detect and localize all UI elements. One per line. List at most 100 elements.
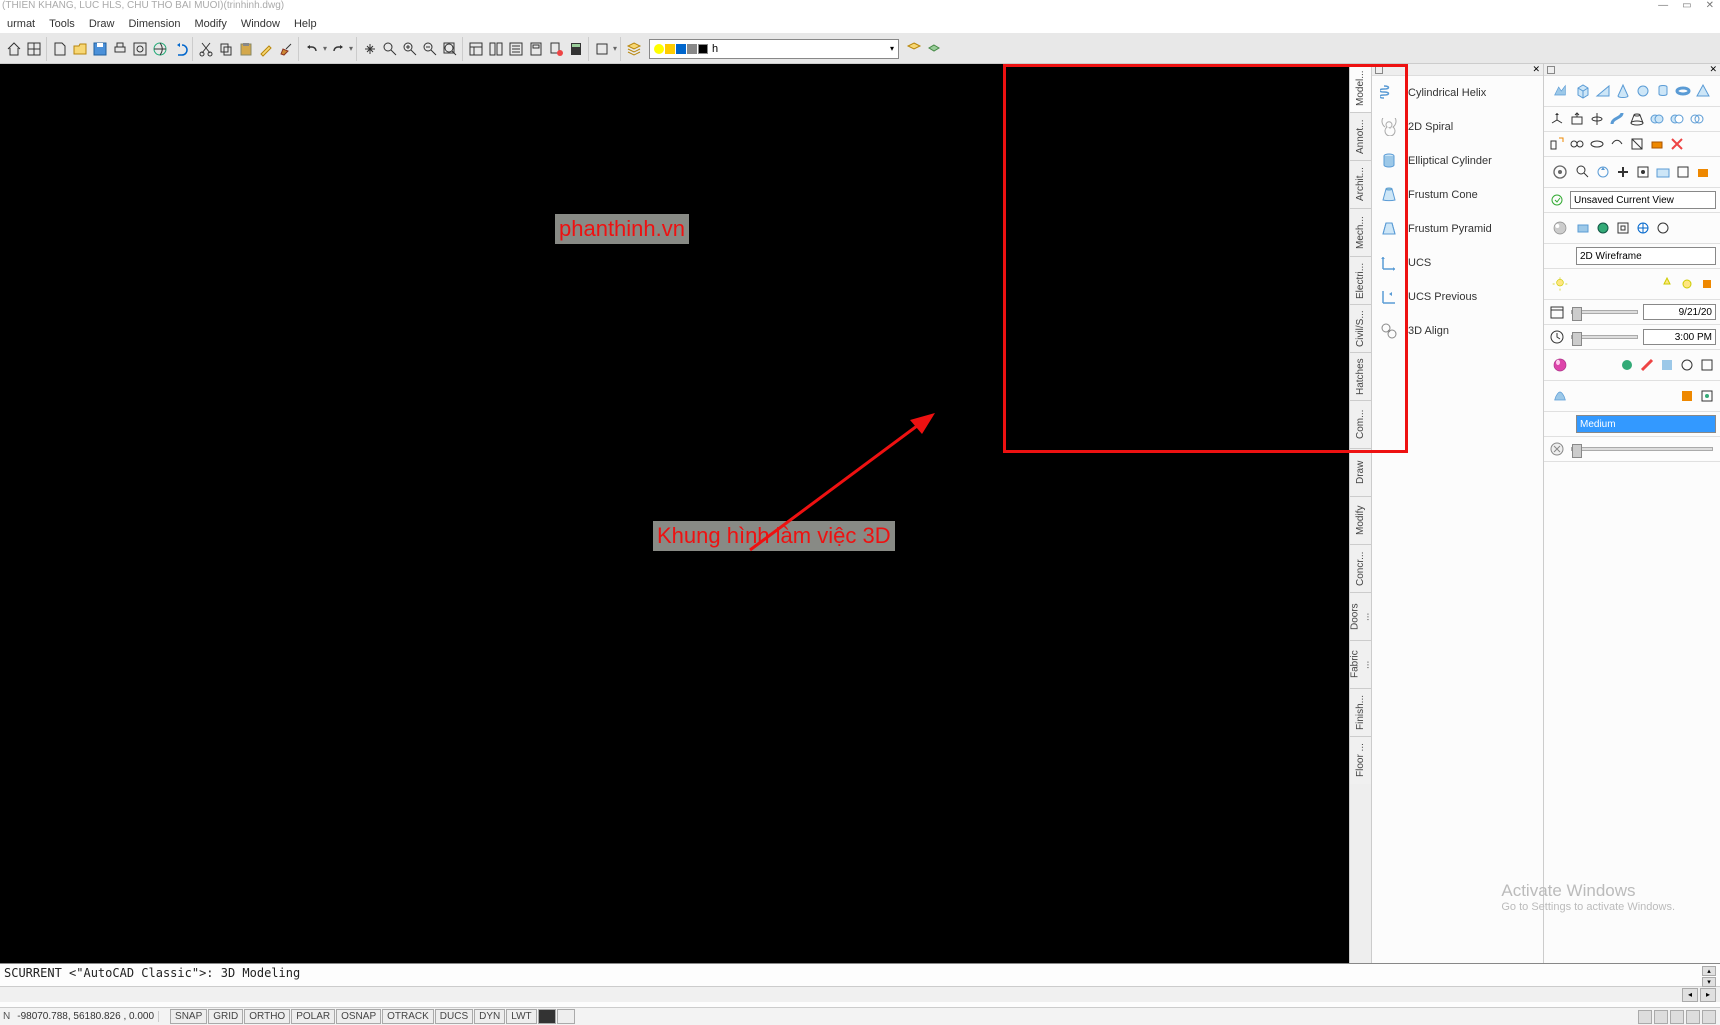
nav4-icon[interactable] [1634,163,1652,181]
menu-dimension[interactable]: Dimension [123,16,185,33]
union-icon[interactable] [1648,110,1666,128]
item-ucsprev[interactable]: UCS Previous [1372,280,1543,314]
minimize-button[interactable]: — [1658,0,1668,16]
tab-modify[interactable]: Modify [1350,496,1371,544]
tab-annot[interactable]: Annot... [1350,112,1371,160]
mat4-icon[interactable] [1678,356,1696,374]
tb-paste-icon[interactable] [237,40,255,58]
clock-icon[interactable] [1548,328,1566,346]
tab-archit[interactable]: Archit... [1350,160,1371,208]
nav3-icon[interactable] [1614,163,1632,181]
coordinates[interactable]: -98070.788, 56180.826 , 0.000 [13,1011,159,1022]
item-ellcyl[interactable]: Elliptical Cylinder [1372,144,1543,178]
tb-block-icon[interactable] [593,40,611,58]
nav7-icon[interactable] [1694,163,1712,181]
extrude-icon[interactable] [1548,110,1566,128]
layer-dropdown[interactable]: h ▾ [649,39,899,59]
item-fcone[interactable]: Frustum Cone [1372,178,1543,212]
tray-icon[interactable] [1670,1010,1684,1024]
loft-icon[interactable] [1628,110,1646,128]
mat2-icon[interactable] [1638,356,1656,374]
tb-sheetset-icon[interactable] [527,40,545,58]
toggle-lwt[interactable]: LWT [506,1009,536,1024]
nav2-icon[interactable] [1594,163,1612,181]
polysolid-icon[interactable] [1548,79,1572,103]
sphere-icon[interactable] [1634,82,1652,100]
tab-electri[interactable]: Electri... [1350,256,1371,304]
date-input[interactable]: 9/21/20 [1643,304,1716,320]
item-spiral[interactable]: 2D Spiral [1372,110,1543,144]
cone2-icon[interactable] [1614,82,1632,100]
scroll-left-button[interactable]: ◂ [1682,988,1698,1002]
subtract-icon[interactable] [1668,110,1686,128]
render1-icon[interactable] [1678,387,1696,405]
tb-layers-icon[interactable] [625,40,643,58]
item-helix[interactable]: Cylindrical Helix [1372,76,1543,110]
light1-icon[interactable] [1658,275,1676,293]
tab-modeling[interactable]: Model... [1350,64,1371,112]
wedge-icon[interactable] [1594,82,1612,100]
tb-zoom-realtime-icon[interactable] [381,40,399,58]
tb-open-icon[interactable] [71,40,89,58]
render2-icon[interactable] [1698,387,1716,405]
nav-wheel-icon[interactable] [1548,160,1572,184]
style-dropdown[interactable]: 2D Wireframe [1576,247,1716,265]
tb-layer-state-icon[interactable] [925,40,943,58]
render-icon[interactable] [1548,384,1572,408]
tb-markup-icon[interactable] [547,40,565,58]
presspull-icon[interactable] [1568,110,1586,128]
tb-home-icon[interactable] [5,40,23,58]
box-icon[interactable] [1574,82,1592,100]
quality-dropdown[interactable]: Medium [1576,415,1716,433]
nav1-icon[interactable] [1574,163,1592,181]
toggle-otrack[interactable]: OTRACK [382,1009,434,1024]
tb-zoom-ext-icon[interactable] [441,40,459,58]
cancel-render-icon[interactable] [1548,440,1566,458]
tab-concr[interactable]: Concr... [1350,544,1371,592]
menu-format[interactable]: urmat [2,16,40,33]
toggle-ducs[interactable]: DUCS [435,1009,473,1024]
view-save-icon[interactable] [1548,191,1566,209]
tray-icon[interactable] [1654,1010,1668,1024]
tab-draw[interactable]: Draw [1350,448,1371,496]
tb-grid-icon[interactable] [25,40,43,58]
cylinder2-icon[interactable] [1654,82,1672,100]
edit3-icon[interactable] [1588,135,1606,153]
tab-hatches[interactable]: Hatches [1350,352,1371,400]
tb-print-icon[interactable] [111,40,129,58]
tab-mech[interactable]: Mech... [1350,208,1371,256]
palette-close-icon[interactable]: ✕ [1532,64,1540,75]
tb-save-icon[interactable] [91,40,109,58]
tray-icon[interactable] [1638,1010,1652,1024]
edit4-icon[interactable] [1608,135,1626,153]
cmd-down-button[interactable]: ▾ [1702,977,1716,987]
menu-window[interactable]: Window [236,16,285,33]
tb-zoom-prev-icon[interactable] [421,40,439,58]
vs4-icon[interactable] [1634,219,1652,237]
tab-doors[interactable]: Doors ... [1350,592,1371,640]
tray-icon[interactable] [1702,1010,1716,1024]
toggle-ortho[interactable]: ORTHO [244,1009,290,1024]
tab-civil[interactable]: Civil/S... [1350,304,1371,352]
vs5-icon[interactable] [1654,219,1672,237]
tb-cut-icon[interactable] [197,40,215,58]
tb-redo-icon[interactable] [329,40,347,58]
tb-calc-icon[interactable] [567,40,585,58]
toggle-extra[interactable] [557,1009,575,1024]
tb-zoom-window-icon[interactable] [401,40,419,58]
tb-publish-icon[interactable] [151,40,169,58]
date-slider[interactable] [1571,310,1638,314]
tb-layer-prev-icon[interactable] [905,40,923,58]
tray-icon[interactable] [1686,1010,1700,1024]
scroll-right-button[interactable]: ▸ [1700,988,1716,1002]
time-slider[interactable] [1571,335,1638,339]
tab-fabric[interactable]: Fabric ... [1350,640,1371,688]
drawing-canvas[interactable]: phanthinh.vn Khung hình làm việc 3D [0,64,1349,963]
material-icon[interactable] [1548,353,1572,377]
toggle-dyn[interactable]: DYN [474,1009,505,1024]
maximize-button[interactable]: ▭ [1682,0,1691,16]
light3-icon[interactable] [1698,275,1716,293]
edit7-icon[interactable] [1668,135,1686,153]
torus-icon[interactable] [1674,82,1692,100]
edit5-icon[interactable] [1628,135,1646,153]
